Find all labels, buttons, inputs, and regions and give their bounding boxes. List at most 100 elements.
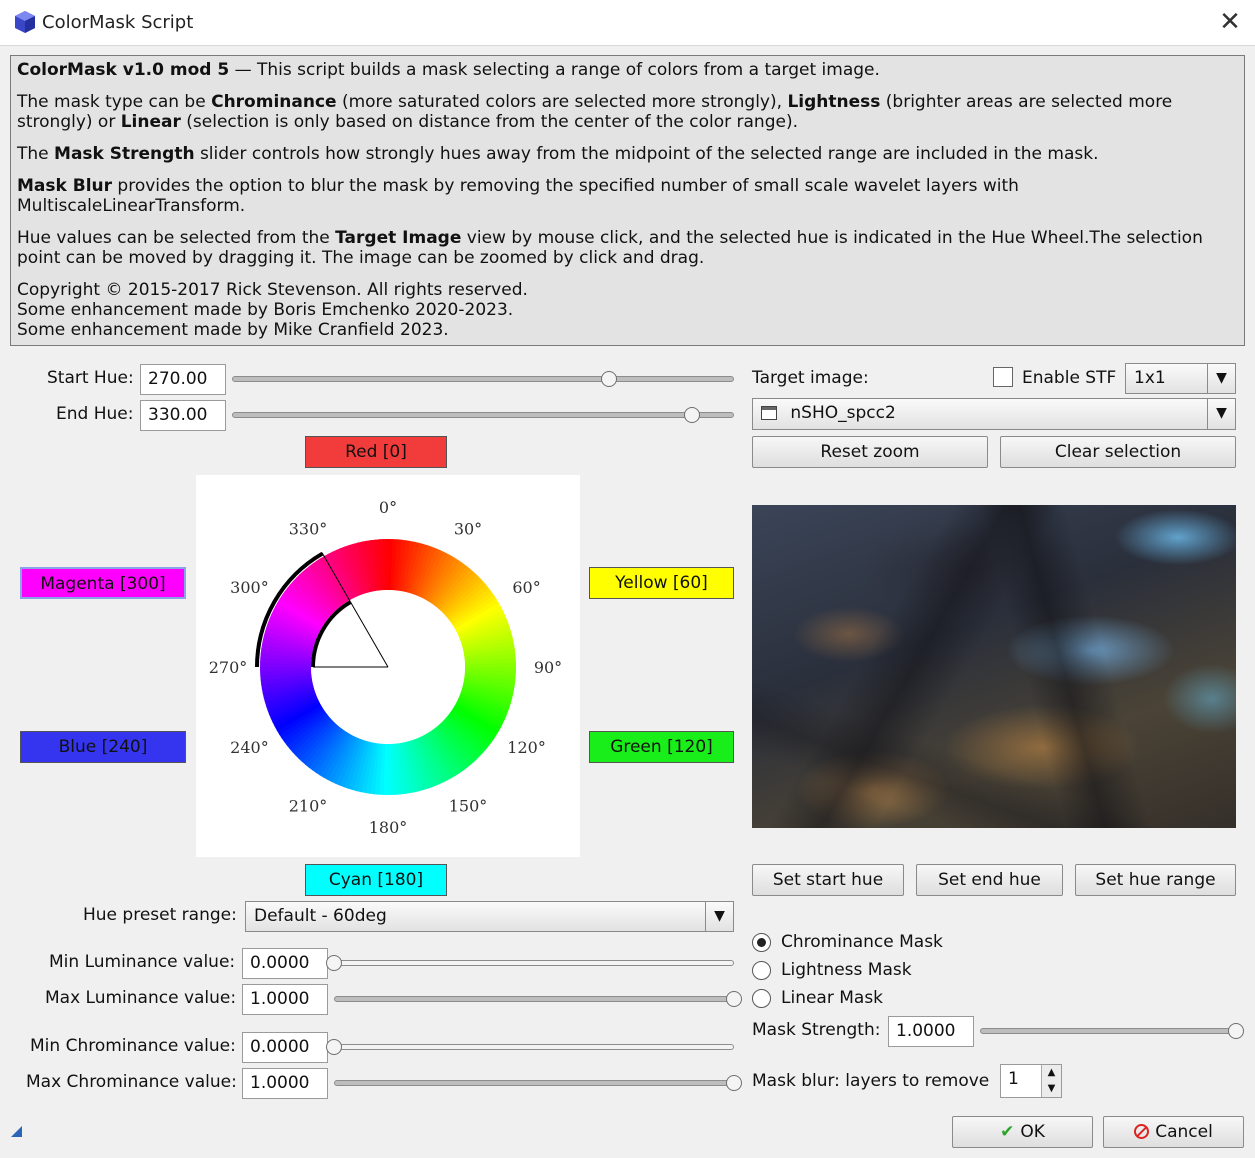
lightness-mask-radio[interactable]	[752, 961, 771, 980]
target-image-name: nSHO_spcc2	[790, 403, 896, 423]
zoom-value: 1x1	[1134, 368, 1166, 388]
zoom-select[interactable]: 1x1 ▼	[1125, 363, 1236, 394]
mask-strength-slider[interactable]	[980, 1021, 1244, 1041]
slider-thumb[interactable]	[600, 371, 617, 387]
hue-preset-value: Default - 60deg	[254, 906, 387, 926]
hue-degree-label: 180°	[369, 818, 408, 837]
spin-down-icon[interactable]: ▼	[1041, 1081, 1061, 1097]
description-copyright: Copyright © 2015-2017 Rick Stevenson. Al…	[17, 280, 528, 340]
chrominance-mask-label: Chrominance Mask	[781, 932, 943, 952]
target-image-label: Target image:	[752, 368, 869, 388]
hue-degree-label: 150°	[449, 797, 488, 816]
hue-preset-label: Hue preset range:	[83, 905, 237, 925]
slider-track	[334, 996, 734, 1002]
no-entry-icon	[1134, 1124, 1150, 1139]
description-mask-strength: The Mask Strength slider controls how st…	[17, 144, 1099, 164]
slider-thumb[interactable]	[726, 991, 742, 1007]
chrominance-mask-radio[interactable]	[752, 933, 771, 952]
description-panel: ColorMask v1.0 mod 5 — This script build…	[10, 55, 1245, 346]
enable-stf-checkbox[interactable]	[993, 367, 1013, 387]
cancel-button[interactable]: Cancel	[1103, 1116, 1244, 1148]
red-hue-button[interactable]: Red [0]	[305, 436, 447, 468]
check-icon: ✔	[1000, 1122, 1015, 1142]
description-intro: ColorMask v1.0 mod 5 — This script build…	[17, 60, 880, 80]
blue-hue-button[interactable]: Blue [240]	[20, 731, 186, 763]
chevron-down-icon: ▼	[705, 902, 733, 931]
description-mask-blur: Mask Blur provides the option to blur th…	[17, 176, 1019, 216]
end-hue-label: End Hue:	[56, 404, 134, 424]
ok-button[interactable]: ✔ OK	[952, 1116, 1093, 1148]
end-hue-input[interactable]: 330.00	[140, 400, 226, 431]
slider-track	[232, 376, 734, 382]
slider-thumb[interactable]	[326, 955, 342, 971]
description-hue-select: Hue values can be selected from the Targ…	[17, 228, 1203, 268]
resize-corner-icon	[11, 1126, 22, 1137]
min-luminance-slider[interactable]	[326, 953, 734, 973]
chevron-down-icon: ▼	[1207, 399, 1235, 429]
max-luminance-label: Max Luminance value:	[45, 988, 237, 1008]
chevron-down-icon: ▼	[1207, 364, 1235, 393]
reset-zoom-button[interactable]: Reset zoom	[752, 436, 988, 468]
hue-degree-label: 270°	[209, 658, 248, 677]
mask-strength-input[interactable]: 1.0000	[888, 1016, 974, 1047]
start-hue-input[interactable]: 270.00	[140, 364, 226, 395]
max-chrominance-input[interactable]: 1.0000	[242, 1068, 328, 1099]
enable-stf-label: Enable STF	[1022, 368, 1117, 388]
hue-degree-label: 300°	[230, 578, 269, 597]
mask-blur-value: 1	[1008, 1069, 1019, 1089]
hue-wheel-panel: 0° 30° 60° 90° 120° 150° 180° 210° 240° 270° 300° 3…	[196, 475, 580, 857]
linear-mask-label: Linear Mask	[781, 988, 884, 1008]
max-luminance-slider[interactable]	[334, 989, 742, 1009]
min-luminance-label: Min Luminance value:	[49, 952, 236, 972]
window-title: ColorMask Script	[42, 12, 194, 33]
magenta-hue-button[interactable]: Magenta [300]	[20, 567, 186, 599]
spin-up-icon[interactable]: ▲	[1041, 1065, 1061, 1081]
hue-degree-label: 210°	[289, 797, 328, 816]
hue-preset-select[interactable]: Default - 60deg ▼	[245, 901, 734, 932]
mask-blur-spinbox[interactable]: 1 ▲ ▼	[1000, 1064, 1062, 1098]
close-icon[interactable]: ✕	[1214, 8, 1246, 38]
max-luminance-input[interactable]: 1.0000	[242, 984, 328, 1015]
lightness-mask-label: Lightness Mask	[781, 960, 912, 980]
end-hue-slider[interactable]	[232, 405, 734, 425]
max-chrominance-slider[interactable]	[334, 1073, 742, 1093]
description-mask-type: The mask type can be Chrominance (more s…	[17, 92, 1173, 132]
clear-selection-button[interactable]: Clear selection	[1000, 436, 1236, 468]
slider-track	[232, 412, 734, 418]
mask-strength-label: Mask Strength:	[752, 1020, 881, 1040]
slider-track	[334, 960, 734, 966]
hue-degree-label: 0°	[379, 498, 397, 517]
slider-track	[980, 1028, 1236, 1034]
cyan-hue-button[interactable]: Cyan [180]	[305, 864, 447, 896]
hue-degree-label: 90°	[534, 658, 562, 677]
hue-wheel[interactable]: 0° 30° 60° 90° 120° 150° 180° 210° 240° 270° 300° 3…	[196, 475, 580, 857]
hue-degree-label: 60°	[512, 578, 540, 597]
start-hue-slider[interactable]	[232, 369, 734, 389]
title-bar: ColorMask Script ✕	[0, 0, 1255, 46]
target-image-select[interactable]: nSHO_spcc2 ▼	[752, 398, 1236, 430]
set-hue-range-button[interactable]: Set hue range	[1075, 864, 1236, 896]
mask-blur-label: Mask blur: layers to remove	[752, 1071, 990, 1091]
app-cube-icon	[15, 11, 35, 33]
set-start-hue-button[interactable]: Set start hue	[752, 864, 904, 896]
max-chrominance-label: Max Chrominance value:	[26, 1072, 237, 1092]
slider-thumb[interactable]	[326, 1039, 342, 1055]
image-window-icon	[761, 406, 777, 420]
slider-thumb[interactable]	[684, 407, 701, 423]
min-chrominance-slider[interactable]	[326, 1037, 734, 1057]
slider-thumb[interactable]	[1228, 1023, 1244, 1039]
min-luminance-input[interactable]: 0.0000	[242, 948, 328, 979]
cancel-label: Cancel	[1155, 1122, 1213, 1142]
green-hue-button[interactable]: Green [120]	[589, 731, 734, 763]
min-chrominance-input[interactable]: 0.0000	[242, 1032, 328, 1063]
slider-track	[334, 1044, 734, 1050]
linear-mask-radio[interactable]	[752, 989, 771, 1008]
yellow-hue-button[interactable]: Yellow [60]	[589, 567, 734, 599]
hue-degree-label: 120°	[507, 738, 546, 757]
set-end-hue-button[interactable]: Set end hue	[916, 864, 1063, 896]
hue-degree-label: 30°	[454, 519, 482, 538]
ok-label: OK	[1020, 1122, 1045, 1142]
target-image-preview[interactable]	[752, 505, 1236, 828]
slider-thumb[interactable]	[726, 1075, 742, 1091]
hue-degree-label: 240°	[230, 738, 269, 757]
